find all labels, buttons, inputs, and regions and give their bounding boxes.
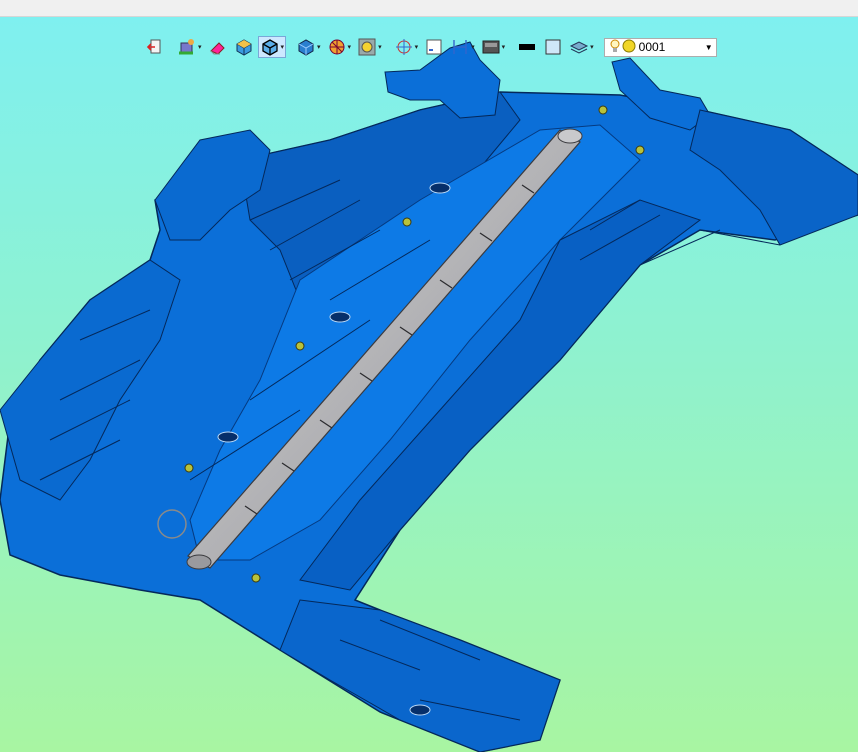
line-color-icon	[517, 37, 537, 57]
chevron-down-icon[interactable]: ▾	[198, 44, 202, 51]
chevron-down-icon[interactable]: ▾	[348, 44, 352, 51]
view-cube-icon	[296, 37, 316, 57]
render-sphere-icon	[327, 37, 347, 57]
dimension-icon	[450, 37, 470, 57]
view-toolbar: ▾ ▾ ▾ ▾ ▾ ▾ ▾ ▾ ▾ 0001 ▼	[143, 36, 717, 58]
lightbulb-icon	[608, 38, 622, 57]
line-color-button[interactable]	[515, 36, 539, 58]
layers-button[interactable]: ▾	[567, 36, 596, 58]
exit-door-icon	[145, 37, 165, 57]
shaded-cube-icon	[234, 37, 254, 57]
exit-button[interactable]	[143, 36, 167, 58]
triad-axis-icon	[394, 37, 414, 57]
eraser-icon	[208, 37, 228, 57]
chevron-down-icon[interactable]: ▾	[281, 44, 285, 51]
yellow-circle-icon	[622, 39, 636, 56]
shaded-button[interactable]	[232, 36, 256, 58]
shadow-button[interactable]: ▾	[479, 36, 508, 58]
shaded-edges-cube-icon	[260, 37, 280, 57]
background-button[interactable]	[541, 36, 565, 58]
appearance-button[interactable]: ▾	[355, 36, 384, 58]
section-view-icon	[424, 37, 444, 57]
chevron-down-icon[interactable]: ▾	[378, 44, 382, 51]
section-button[interactable]	[422, 36, 446, 58]
3d-viewport[interactable]: ▾ ▾ ▾ ▾ ▾ ▾ ▾ ▾ ▾ 0001 ▼	[0, 17, 858, 752]
layers-icon	[569, 37, 589, 57]
chevron-down-icon[interactable]: ▾	[502, 44, 506, 51]
view-orient-button[interactable]: ▾	[294, 36, 323, 58]
window-titlebar	[0, 0, 858, 17]
chevron-down-icon[interactable]: ▾	[471, 44, 475, 51]
chevron-down-icon[interactable]: ▾	[317, 44, 321, 51]
shaded-edges-button[interactable]: ▾	[257, 36, 287, 58]
render-button[interactable]: ▾	[325, 36, 354, 58]
layer-select[interactable]: 0001 ▼	[603, 37, 717, 57]
triad-button[interactable]: ▾	[392, 36, 421, 58]
eraser-button[interactable]	[206, 36, 230, 58]
dimension-button[interactable]: ▾	[448, 36, 477, 58]
layer-value: 0001	[638, 40, 666, 54]
cad-model[interactable]	[0, 17, 858, 752]
chevron-down-icon[interactable]: ▾	[415, 44, 419, 51]
chevron-down-icon[interactable]: ▾	[590, 44, 594, 51]
chevron-down-icon[interactable]: ▼	[705, 43, 713, 52]
paint-button[interactable]: ▾	[175, 36, 204, 58]
shadow-plane-icon	[481, 37, 501, 57]
paint-bucket-icon	[177, 37, 197, 57]
appearance-circle-icon	[357, 37, 377, 57]
background-square-icon	[543, 37, 563, 57]
